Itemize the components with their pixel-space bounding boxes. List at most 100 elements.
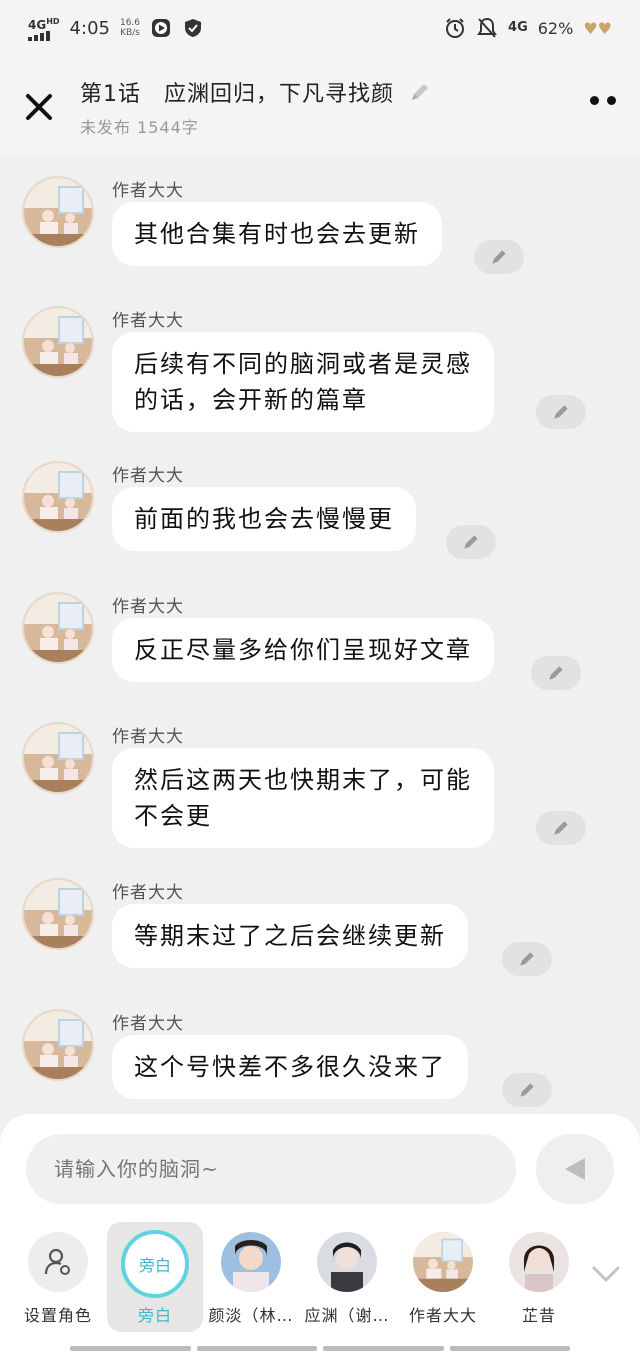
role-label: 应渊（谢… [304, 1306, 390, 1325]
pencil-icon [492, 250, 506, 264]
chapter-title-row[interactable]: 第1话 应渊回归，下凡寻找颜 [80, 76, 432, 108]
pencil-icon [464, 535, 478, 549]
avatar-image [24, 594, 92, 662]
network-type: 4GHD [28, 16, 60, 31]
net-speed-unit: KB/s [120, 28, 140, 38]
author-avatar[interactable] [22, 1009, 94, 1081]
message-list[interactable]: 作者大大 其他合集有时也会去更新 作者大大 后续有不同的脑洞或者是灵感 的话，会… [0, 156, 640, 1116]
message-bubble[interactable]: 然后这两天也快期末了，可能 不会更 [112, 748, 494, 848]
role-label: 设置角色 [23, 1306, 92, 1325]
net-speed: 16.6 KB/s [120, 18, 140, 38]
sender-name: 作者大大 [112, 311, 184, 331]
avatar-image [413, 1232, 473, 1292]
narrator-badge: 旁白 [121, 1230, 189, 1298]
home-indicator-segment [323, 1346, 444, 1351]
role-label: 颜淡（林… [208, 1306, 294, 1325]
chapter-status: 未发布 1544字 [80, 118, 199, 137]
clock: 4:05 [69, 17, 110, 39]
avatar-image [24, 724, 92, 792]
message-bubble[interactable]: 其他合集有时也会去更新 [112, 202, 442, 266]
avatar-image [317, 1232, 377, 1292]
message-bubble[interactable]: 后续有不同的脑洞或者是灵感 的话，会开新的篇章 [112, 332, 494, 432]
role-label: 作者大大 [408, 1306, 477, 1325]
network-type-right: 4G [508, 20, 528, 35]
message-line: 后续有不同的脑洞或者是灵感 [134, 350, 472, 378]
send-icon [565, 1158, 585, 1180]
signal-indicator: 4GHD [28, 16, 60, 41]
set-role-circle [28, 1232, 88, 1292]
hearts-icon: ♥♥ [583, 18, 612, 38]
pencil-icon [549, 666, 563, 680]
author-avatar[interactable] [22, 592, 94, 664]
role-zhixi[interactable]: 芷昔 [491, 1222, 587, 1332]
pencil-icon [554, 821, 568, 835]
author-avatar[interactable] [22, 722, 94, 794]
message-bubble[interactable]: 前面的我也会去慢慢更 [112, 487, 416, 551]
message-line: 不会更 [134, 802, 212, 830]
role-yingyuan[interactable]: 应渊（谢… [299, 1222, 395, 1332]
message-line: 其他合集有时也会去更新 [134, 220, 420, 248]
message-bubble[interactable]: 这个号快差不多很久没来了 [112, 1035, 468, 1099]
mute-bell-icon [476, 17, 498, 39]
role-set-role[interactable]: 设置角色 [10, 1222, 106, 1332]
edit-message-button[interactable] [536, 395, 586, 429]
message-line: 这个号快差不多很久没来了 [134, 1053, 446, 1081]
status-left: 4GHD 4:05 16.6 KB/s [28, 16, 204, 41]
message-line: 的话，会开新的篇章 [134, 386, 368, 414]
edit-message-button[interactable] [531, 656, 581, 690]
role-avatar [221, 1232, 281, 1292]
sender-name: 作者大大 [112, 727, 184, 747]
idea-input[interactable] [26, 1134, 516, 1204]
net-speed-value: 16.6 [119, 18, 141, 28]
sender-name: 作者大大 [112, 466, 184, 486]
role-narrator[interactable]: 旁白 旁白 [107, 1222, 203, 1332]
avatar-image [24, 1011, 92, 1079]
role-author[interactable]: 作者大大 [395, 1222, 491, 1332]
status-bar: 4GHD 4:05 16.6 KB/s 4G 62% ♥♥ [0, 0, 640, 56]
edit-message-button[interactable] [474, 240, 524, 274]
play-icon [150, 17, 172, 39]
signal-icon [28, 30, 50, 41]
role-avatar [509, 1232, 569, 1292]
sender-name: 作者大大 [112, 597, 184, 617]
message-line: 前面的我也会去慢慢更 [134, 505, 394, 533]
editor-header: 第1话 应渊回归，下凡寻找颜 未发布 1544字 [0, 56, 640, 156]
home-indicator-segment [196, 1346, 317, 1351]
author-avatar[interactable] [22, 176, 94, 248]
author-avatar[interactable] [22, 306, 94, 378]
message-bubble[interactable]: 等期末过了之后会继续更新 [112, 904, 468, 968]
role-avatar [413, 1232, 473, 1292]
composer-panel: 设置角色 旁白 旁白 颜淡（林… 应渊（谢… 作者大大 [0, 1114, 640, 1351]
home-indicator-segment [70, 1346, 191, 1351]
home-indicator [70, 1346, 570, 1351]
sender-name: 作者大大 [112, 1014, 184, 1034]
shield-icon [182, 17, 204, 39]
role-selector: 设置角色 旁白 旁白 颜淡（林… 应渊（谢… 作者大大 芷昔 [0, 1222, 640, 1332]
more-dot [590, 96, 599, 105]
close-button[interactable] [24, 92, 54, 122]
more-dot [607, 96, 616, 105]
network-label: 4G [28, 17, 47, 32]
title-area: 第1话 应渊回归，下凡寻找颜 未发布 1544字 [80, 76, 432, 138]
edit-message-button[interactable] [502, 942, 552, 976]
pencil-icon [554, 405, 568, 419]
send-button[interactable] [536, 1134, 614, 1204]
avatar-image [509, 1232, 569, 1292]
status-right: 4G 62% ♥♥ [444, 17, 612, 39]
author-avatar[interactable] [22, 461, 94, 533]
edit-message-button[interactable] [502, 1073, 552, 1107]
more-button[interactable] [590, 96, 616, 105]
avatar-image [221, 1232, 281, 1292]
role-label: 旁白 [137, 1306, 172, 1325]
edit-message-button[interactable] [536, 811, 586, 845]
role-yandan[interactable]: 颜淡（林… [203, 1222, 299, 1332]
message-bubble[interactable]: 反正尽量多给你们呈现好文章 [112, 618, 494, 682]
chevron-down-icon[interactable] [590, 1262, 622, 1286]
author-avatar[interactable] [22, 878, 94, 950]
network-sup: HD [46, 16, 60, 26]
avatar-image [24, 880, 92, 948]
pencil-icon[interactable] [408, 80, 432, 104]
narrator-badge-text: 旁白 [138, 1256, 171, 1275]
edit-message-button[interactable] [446, 525, 496, 559]
message-line: 反正尽量多给你们呈现好文章 [134, 636, 472, 664]
